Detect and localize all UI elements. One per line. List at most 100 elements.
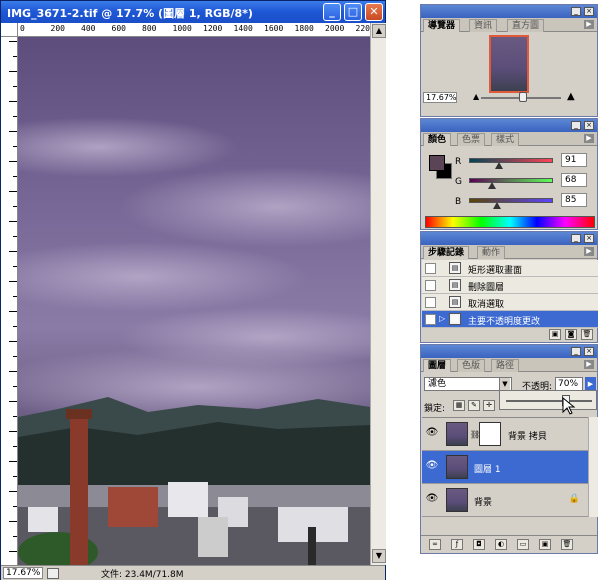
maximize-button[interactable]: □ xyxy=(344,3,362,21)
status-info-icon[interactable] xyxy=(47,568,59,579)
panel-close-icon[interactable]: × xyxy=(584,121,594,130)
ruler-tick-mark xyxy=(9,311,17,312)
adjustment-layer-icon[interactable]: ◐ xyxy=(495,539,507,550)
panel-close-icon[interactable]: × xyxy=(584,347,594,356)
tab-channels[interactable]: 色版 xyxy=(457,359,486,372)
history-brush-source-checkbox[interactable] xyxy=(425,314,436,325)
zoom-in-icon[interactable]: ▲ xyxy=(567,91,575,102)
history-panel-bar[interactable]: _ × xyxy=(421,232,597,245)
horizontal-ruler[interactable]: 0 200 400 600 800 1000 1200 1400 1600 1800 2000 220… xyxy=(18,23,370,37)
history-item[interactable]: ▤ 刪除圖層 xyxy=(422,277,598,294)
new-document-from-state-icon[interactable]: ▣ xyxy=(549,329,561,340)
tab-styles[interactable]: 樣式 xyxy=(491,133,520,146)
lock-image-icon[interactable]: ✎ xyxy=(468,400,480,411)
channel-slider[interactable] xyxy=(469,198,553,203)
panel-minimize-icon[interactable]: _ xyxy=(571,234,581,243)
history-item[interactable]: ▤ 取消選取 xyxy=(422,294,598,311)
layer-thumbnail[interactable] xyxy=(446,422,468,446)
channel-slider-thumb[interactable] xyxy=(487,182,496,189)
tab-navigator[interactable]: 導覽器 xyxy=(423,19,461,32)
visibility-eye-icon[interactable]: 👁 xyxy=(425,427,439,441)
history-brush-source-checkbox[interactable] xyxy=(425,297,436,308)
opacity-slider-track[interactable] xyxy=(506,400,592,402)
layers-scrollbar[interactable] xyxy=(588,417,598,517)
history-item[interactable]: ▷ ▤ 主要不透明度更改 xyxy=(422,311,598,328)
ruler-tick-mark xyxy=(9,341,17,342)
lock-transparency-icon[interactable]: ▦ xyxy=(453,400,465,411)
channel-slider[interactable] xyxy=(469,158,553,163)
layer-row[interactable]: 👁 背景 🔒 xyxy=(422,484,588,517)
panel-menu-icon[interactable]: ▶ xyxy=(584,134,594,143)
panel-menu-icon[interactable]: ▶ xyxy=(584,247,594,256)
visibility-eye-icon[interactable]: 👁 xyxy=(425,493,439,507)
panel-menu-icon[interactable]: ▶ xyxy=(584,20,594,29)
delete-layer-icon[interactable]: 🗑 xyxy=(561,539,573,550)
panel-menu-icon[interactable]: ▶ xyxy=(584,360,594,369)
tab-layers[interactable]: 圖層 xyxy=(423,359,452,372)
delete-state-icon[interactable]: 🗑 xyxy=(581,329,593,340)
blend-mode-select[interactable]: 濾色 ▼ xyxy=(424,377,512,391)
navigator-zoom-knob[interactable] xyxy=(519,92,527,102)
visibility-eye-icon[interactable]: 👁 xyxy=(425,460,439,474)
vertical-ruler[interactable] xyxy=(1,37,18,565)
tab-color[interactable]: 顏色 xyxy=(423,133,452,146)
scroll-up-arrow[interactable]: ▲ xyxy=(372,24,386,38)
foreground-color-swatch[interactable] xyxy=(429,155,445,171)
channel-value-field[interactable]: 91 xyxy=(561,153,587,167)
tab-history[interactable]: 步驟記錄 xyxy=(423,246,470,259)
channel-slider[interactable] xyxy=(469,178,553,183)
layer-row[interactable]: 👁 ⛓ 背景 拷貝 xyxy=(422,418,588,451)
color-spectrum-bar[interactable] xyxy=(425,216,595,228)
panel-minimize-icon[interactable]: _ xyxy=(571,7,581,16)
history-brush-source-checkbox[interactable] xyxy=(425,263,436,274)
new-snapshot-icon[interactable]: ◙ xyxy=(565,329,577,340)
layer-mask-thumbnail[interactable] xyxy=(479,422,501,446)
scroll-down-arrow[interactable]: ▼ xyxy=(372,549,386,563)
layer-style-icon[interactable]: ƒ xyxy=(451,539,463,550)
opacity-popup-arrow-icon[interactable]: ▶ xyxy=(585,377,596,391)
tab-histogram[interactable]: 直方圖 xyxy=(507,19,545,32)
channel-value-field[interactable]: 68 xyxy=(561,173,587,187)
zoom-level-field[interactable]: 17.67% xyxy=(3,567,43,579)
tab-info[interactable]: 資訊 xyxy=(469,19,498,32)
close-button[interactable]: ✕ xyxy=(365,3,383,21)
document-size-info[interactable]: 文件: 23.4M/71.8M xyxy=(101,567,184,580)
opacity-field[interactable]: 70% xyxy=(555,377,583,391)
add-mask-icon[interactable]: ◘ xyxy=(473,539,485,550)
minimize-button[interactable]: _ xyxy=(323,3,341,21)
ruler-origin[interactable] xyxy=(1,23,18,37)
navigator-thumbnail[interactable] xyxy=(489,35,529,93)
layers-panel-bar[interactable]: _ × xyxy=(421,345,597,358)
navigator-zoom-field[interactable]: 17.67% xyxy=(423,92,457,103)
tab-swatches[interactable]: 色票 xyxy=(457,133,486,146)
history-brush-source-checkbox[interactable] xyxy=(425,280,436,291)
color-panel-bar[interactable]: _ × xyxy=(421,119,597,132)
zoom-out-icon[interactable]: ▲ xyxy=(473,92,479,101)
panel-minimize-icon[interactable]: _ xyxy=(571,121,581,130)
image-canvas[interactable] xyxy=(18,37,370,565)
lock-position-icon[interactable]: ✛ xyxy=(483,400,495,411)
tab-actions[interactable]: 動作 xyxy=(477,246,506,259)
document-title-bar[interactable]: IMG_3671-2.tif @ 17.7% (圖層 1, RGB/8*) _ … xyxy=(1,1,385,23)
chevron-down-icon[interactable]: ▼ xyxy=(499,378,510,390)
layer-name[interactable]: 背景 拷貝 xyxy=(508,429,547,442)
history-item[interactable]: ▤ 矩形選取畫面 xyxy=(422,260,598,277)
new-layer-icon[interactable]: ▣ xyxy=(539,539,551,550)
channel-slider-thumb[interactable] xyxy=(495,162,504,169)
vertical-scrollbar[interactable]: ▲ ▼ xyxy=(370,23,386,565)
tab-paths[interactable]: 路徑 xyxy=(491,359,520,372)
panel-close-icon[interactable]: × xyxy=(584,234,594,243)
channel-slider-thumb[interactable] xyxy=(492,202,501,209)
layer-row[interactable]: 👁 圖層 1 xyxy=(422,451,588,484)
layer-thumbnail[interactable] xyxy=(446,488,468,512)
ruler-tick-mark xyxy=(9,491,17,492)
layer-name[interactable]: 圖層 1 xyxy=(474,462,501,475)
link-layers-icon[interactable]: ∞ xyxy=(429,539,441,550)
new-group-icon[interactable]: ▭ xyxy=(517,539,529,550)
navigator-panel-bar[interactable]: _ × xyxy=(421,5,597,18)
panel-close-icon[interactable]: × xyxy=(584,7,594,16)
layer-name[interactable]: 背景 xyxy=(474,495,492,508)
panel-minimize-icon[interactable]: _ xyxy=(571,347,581,356)
layer-thumbnail[interactable] xyxy=(446,455,468,479)
channel-value-field[interactable]: 85 xyxy=(561,193,587,207)
